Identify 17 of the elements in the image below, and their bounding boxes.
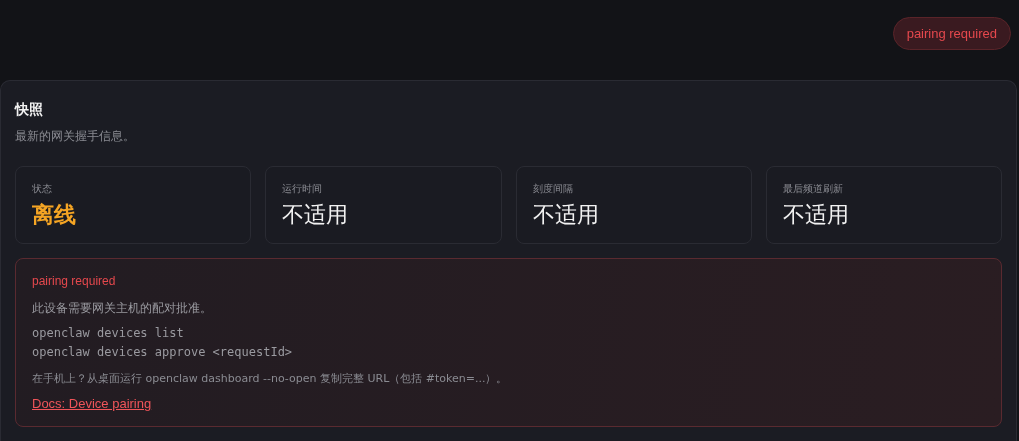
stat-value: 不适用 [782,201,850,229]
card-title: 快照 [15,101,44,119]
command-line: openclaw devices list [32,325,185,342]
stat-label: 运行时间 [282,182,324,196]
command-line: openclaw devices approve <requestId> [32,344,294,361]
stat-value: 离线 [32,201,77,229]
hint-text: 在手机上？从桌面运行 openclaw dashboard --no-open 复制完整 URL（包括 #token=...）。 [32,371,509,386]
docs-link[interactable]: Docs: Device pairing [32,396,152,411]
error-title: pairing required [32,274,117,288]
stat-label: 状态 [32,182,53,196]
card-subtitle: 最新的网关握手信息。 [15,128,136,145]
stat-value: 不适用 [532,201,600,229]
stat-label: 刻度间隔 [532,182,574,196]
error-message: 此设备需要网关主机的配对批准。 [32,300,213,317]
stat-value: 不适用 [282,201,350,229]
stat-label: 最后频道刷新 [782,182,844,196]
status-badge: pairing required [892,17,1011,50]
